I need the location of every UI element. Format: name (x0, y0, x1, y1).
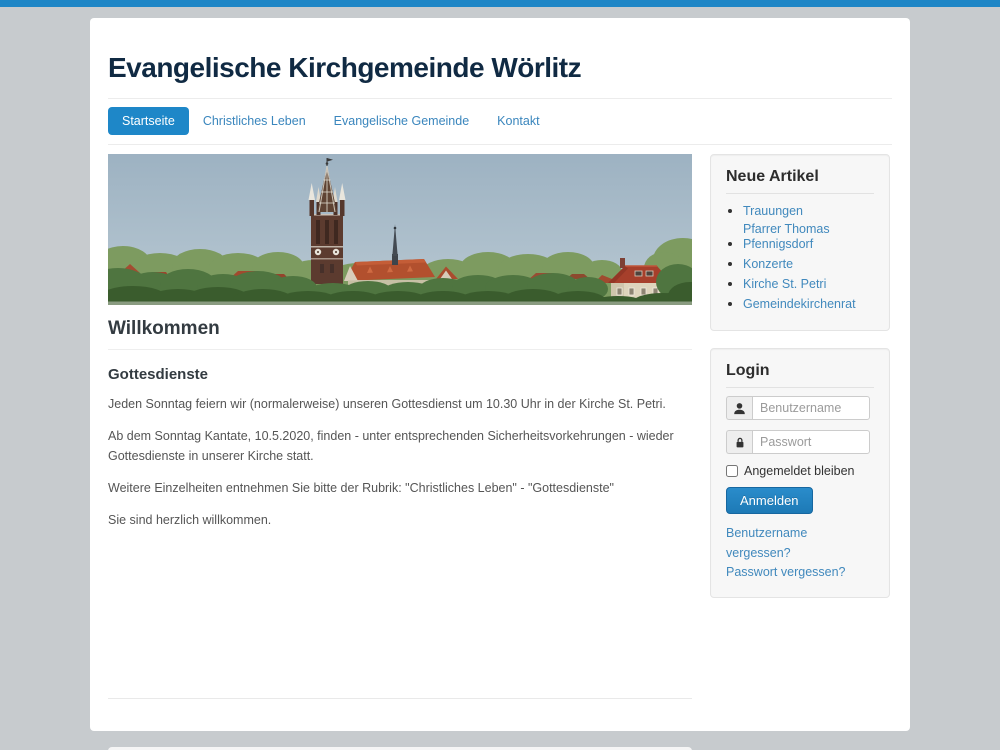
username-input[interactable] (752, 396, 870, 420)
remember-me-row: Angemeldet bleiben (726, 464, 874, 478)
article-paragraph: Sie sind herzlich willkommen. (108, 510, 692, 531)
sidebar: Neue Artikel Trauungen Pfarrer Thomas Pf… (710, 154, 890, 750)
remember-me-checkbox[interactable] (726, 465, 738, 477)
site-header: Evangelische Kirchgemeinde Wörlitz (108, 18, 892, 99)
main-navigation: Startseite Christliches Leben Evangelisc… (108, 99, 892, 145)
article-paragraph: Ab dem Sonntag Kantate, 10.5.2020, finde… (108, 426, 692, 467)
content-spacer (108, 530, 692, 698)
login-button[interactable]: Anmelden (726, 487, 813, 514)
list-item: Gemeindekirchenrat (743, 295, 874, 313)
article-link-pfarrer[interactable]: Pfarrer Thomas Pfennigsdorf (743, 222, 874, 253)
login-module: Login Angemeldet bleiben (710, 348, 890, 598)
list-item: Trauungen (743, 202, 874, 220)
forgot-password-link[interactable]: Passwort vergessen? (726, 563, 874, 582)
username-group (726, 396, 870, 420)
new-articles-module: Neue Artikel Trauungen Pfarrer Thomas Pf… (710, 154, 890, 331)
remember-me-label: Angemeldet bleiben (744, 464, 855, 478)
main-content: Willkommen Gottesdienste Jeden Sonntag f… (108, 154, 692, 750)
page-title: Evangelische Kirchgemeinde Wörlitz (108, 52, 892, 84)
user-icon (726, 396, 752, 420)
top-accent-bar (0, 0, 1000, 7)
nav-item-startseite[interactable]: Startseite (108, 107, 189, 135)
nav-item-christliches-leben[interactable]: Christliches Leben (189, 107, 320, 135)
password-group (726, 430, 870, 454)
page-container: Evangelische Kirchgemeinde Wörlitz Start… (90, 18, 910, 731)
article-subheading: Gottesdienste (108, 366, 692, 383)
lock-icon (726, 430, 752, 454)
list-item: Konzerte (743, 255, 874, 273)
login-title: Login (726, 362, 874, 388)
welcome-heading: Willkommen (108, 318, 692, 350)
foreground-strip (108, 302, 692, 306)
list-item: Kirche St. Petri (743, 275, 874, 293)
article-link-trauungen[interactable]: Trauungen (743, 204, 803, 219)
forgot-username-link[interactable]: Benutzername vergessen? (726, 524, 874, 563)
article-link-gemeindekirchenrat[interactable]: Gemeindekirchenrat (743, 297, 856, 312)
article-link-kirche-st-petri[interactable]: Kirche St. Petri (743, 277, 826, 292)
hero-image (108, 154, 692, 305)
login-links: Benutzername vergessen? Passwort vergess… (726, 524, 874, 582)
nav-item-kontakt[interactable]: Kontakt (483, 107, 553, 135)
content-divider (108, 698, 692, 699)
article-paragraph: Weitere Einzelheiten entnehmen Sie bitte… (108, 478, 692, 499)
article-link-konzerte[interactable]: Konzerte (743, 257, 793, 272)
list-item: Pfarrer Thomas Pfennigsdorf (743, 222, 874, 253)
nav-item-evangelische-gemeinde[interactable]: Evangelische Gemeinde (320, 107, 484, 135)
new-articles-title: Neue Artikel (726, 168, 874, 194)
password-input[interactable] (752, 430, 870, 454)
new-articles-list: Trauungen Pfarrer Thomas Pfennigsdorf Ko… (726, 202, 874, 313)
article-paragraph: Jeden Sonntag feiern wir (normalerweise)… (108, 394, 692, 415)
